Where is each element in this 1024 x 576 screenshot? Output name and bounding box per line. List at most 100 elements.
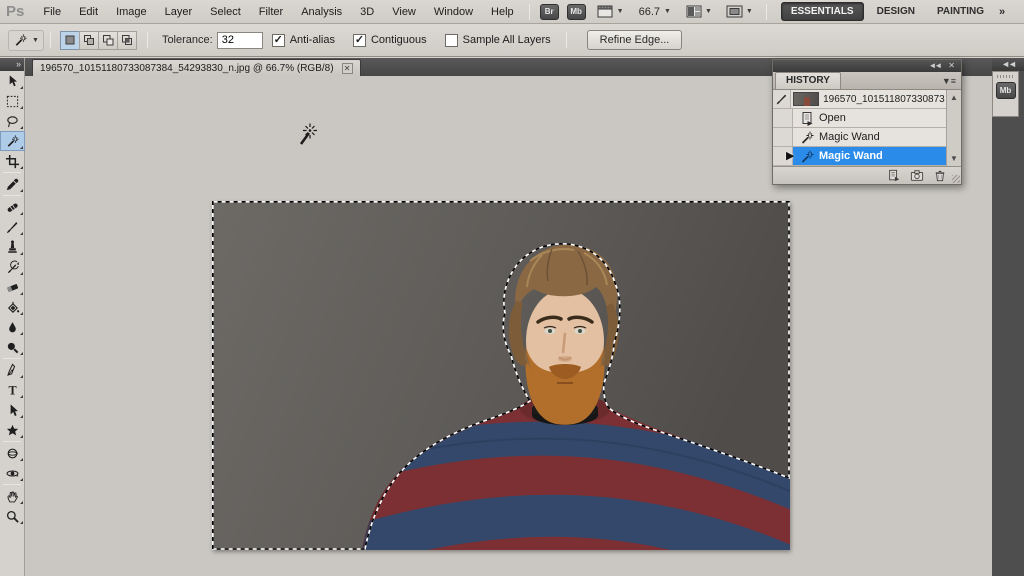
tool-dodge[interactable]: [0, 337, 25, 357]
mini-bridge-button[interactable]: Mb: [567, 4, 586, 20]
tool-type[interactable]: T: [0, 380, 25, 400]
tool-history-brush[interactable]: [0, 257, 25, 277]
3d-rotate-icon: [5, 446, 20, 461]
tolerance-input[interactable]: [217, 32, 263, 49]
workspace-design[interactable]: DESIGN: [868, 3, 924, 20]
new-snapshot-icon[interactable]: [910, 169, 924, 182]
panel-menu-icon[interactable]: ▼≡: [942, 76, 961, 89]
history-tab[interactable]: HISTORY: [775, 72, 841, 89]
tool-custom-shape[interactable]: [0, 420, 25, 440]
menu-file[interactable]: File: [34, 3, 70, 21]
tool-brush[interactable]: [0, 217, 25, 237]
menu-bar: Ps FileEditImageLayerSelectFilterAnalysi…: [0, 0, 1024, 24]
snapshot-label: 196570_1015118073308738...: [823, 94, 945, 105]
zoom-level-control[interactable]: 66.7 ▼: [639, 6, 671, 18]
lasso-icon: [5, 114, 20, 129]
chevron-down-icon: ▼: [705, 8, 712, 15]
tool-rectangular-marquee[interactable]: [0, 91, 25, 111]
tool-preset-picker[interactable]: ▼: [8, 30, 44, 51]
tool-lasso[interactable]: [0, 111, 25, 131]
menu-3d[interactable]: 3D: [351, 3, 383, 21]
tool-gradient[interactable]: [0, 297, 25, 317]
checkbox-box[interactable]: [445, 34, 458, 47]
tool-options-bar: ▼ Tolerance: ✓ Anti-alias ✓ Contiguous S…: [0, 24, 1024, 57]
tool-blur[interactable]: [0, 317, 25, 337]
antialias-checkbox[interactable]: ✓ Anti-alias: [272, 34, 335, 47]
tool-3d-orbit[interactable]: [0, 463, 25, 483]
sample-all-layers-checkbox[interactable]: Sample All Layers: [445, 34, 551, 47]
checkbox-box[interactable]: ✓: [272, 34, 285, 47]
tool-3d-rotate[interactable]: [0, 443, 25, 463]
menu-edit[interactable]: Edit: [70, 3, 107, 21]
svg-text:T: T: [8, 383, 16, 397]
workspace-essentials[interactable]: ESSENTIALS: [781, 2, 864, 21]
history-state-open[interactable]: Open: [773, 109, 961, 128]
collapse-to-icons-icon[interactable]: ◄◄: [928, 62, 940, 70]
resize-grip[interactable]: [952, 175, 960, 183]
refine-edge-button[interactable]: Refine Edge...: [587, 30, 683, 50]
menu-select[interactable]: Select: [201, 3, 250, 21]
tool-zoom[interactable]: [0, 506, 25, 526]
history-brush-icon: [5, 260, 20, 275]
chevron-down-icon: ▼: [746, 8, 753, 15]
document-tab[interactable]: 196570_10151180733087384_54293830_n.jpg …: [32, 59, 361, 76]
screen-mode-icon: [726, 5, 743, 18]
workspace-painting[interactable]: PAINTING: [928, 3, 993, 20]
view-extras-icon: [597, 5, 614, 18]
menu-image[interactable]: Image: [107, 3, 156, 21]
new-document-from-state-icon[interactable]: [887, 169, 901, 182]
close-icon[interactable]: ✕: [342, 63, 353, 74]
menu-layer[interactable]: Layer: [156, 3, 202, 21]
history-scrollbar[interactable]: ▲ ▼: [946, 90, 961, 166]
mini-bridge-panel-button[interactable]: Mb: [996, 82, 1016, 99]
canvas-image[interactable]: [212, 201, 790, 550]
main-area: ›› T 196570_10151180733087384_54293830_n…: [0, 58, 1024, 576]
history-brush-source-well[interactable]: [773, 90, 791, 108]
menu-help[interactable]: Help: [482, 3, 523, 21]
tool-crop[interactable]: [0, 151, 25, 171]
history-state-magic-wand[interactable]: ▶Magic Wand: [773, 147, 961, 166]
dock-collapse-icon[interactable]: ◄◄: [992, 58, 1024, 71]
history-state-magic-wand[interactable]: Magic Wand: [773, 128, 961, 147]
scroll-up-icon[interactable]: ▲: [950, 93, 958, 102]
menu-analysis[interactable]: Analysis: [292, 3, 351, 21]
subtract-from-selection-button[interactable]: [98, 31, 118, 50]
menu-filter[interactable]: Filter: [250, 3, 292, 21]
tool-path-selection[interactable]: [0, 400, 25, 420]
tool-hand[interactable]: [0, 486, 25, 506]
history-panel-titlebar[interactable]: ◄◄ ✕: [773, 60, 961, 72]
delete-state-trash-icon[interactable]: [933, 169, 947, 182]
checkbox-box[interactable]: ✓: [353, 34, 366, 47]
tool-eyedropper[interactable]: [0, 174, 25, 194]
tool-eraser[interactable]: [0, 277, 25, 297]
tool-group-divider: [3, 484, 21, 485]
screen-mode-button[interactable]: ▼: [726, 5, 753, 18]
new-selection-button[interactable]: [60, 31, 80, 50]
add-to-selection-button[interactable]: [79, 31, 99, 50]
tool-move[interactable]: [0, 71, 25, 91]
close-icon[interactable]: ✕: [948, 62, 955, 70]
tools-panel-collapse-icon[interactable]: ››: [0, 58, 24, 71]
scroll-down-icon[interactable]: ▼: [950, 154, 958, 163]
divider: [529, 4, 530, 20]
drag-grip-icon[interactable]: [997, 75, 1015, 78]
menu-view[interactable]: View: [383, 3, 425, 21]
history-snapshot-row[interactable]: 196570_1015118073308738...: [773, 90, 961, 109]
tool-pen[interactable]: [0, 360, 25, 380]
bridge-button[interactable]: Br: [540, 4, 559, 20]
contiguous-checkbox[interactable]: ✓ Contiguous: [353, 34, 427, 47]
intersect-selection-button[interactable]: [117, 31, 137, 50]
crop-icon: [5, 154, 20, 169]
document-tab-title: 196570_10151180733087384_54293830_n.jpg …: [40, 63, 334, 74]
rectangular-marquee-icon: [5, 94, 20, 109]
history-brush-source-well[interactable]: [773, 128, 793, 146]
history-brush-source-well[interactable]: [773, 109, 793, 127]
menu-window[interactable]: Window: [425, 3, 482, 21]
arrange-documents-button[interactable]: ▼: [686, 5, 712, 18]
history-panel-footer: [773, 166, 961, 184]
view-extras-button[interactable]: ▼: [597, 5, 624, 18]
tool-spot-healing-brush[interactable]: [0, 197, 25, 217]
workspace-overflow-icon[interactable]: »: [999, 6, 1005, 18]
tool-clone-stamp[interactable]: [0, 237, 25, 257]
tool-magic-wand[interactable]: [0, 131, 25, 151]
